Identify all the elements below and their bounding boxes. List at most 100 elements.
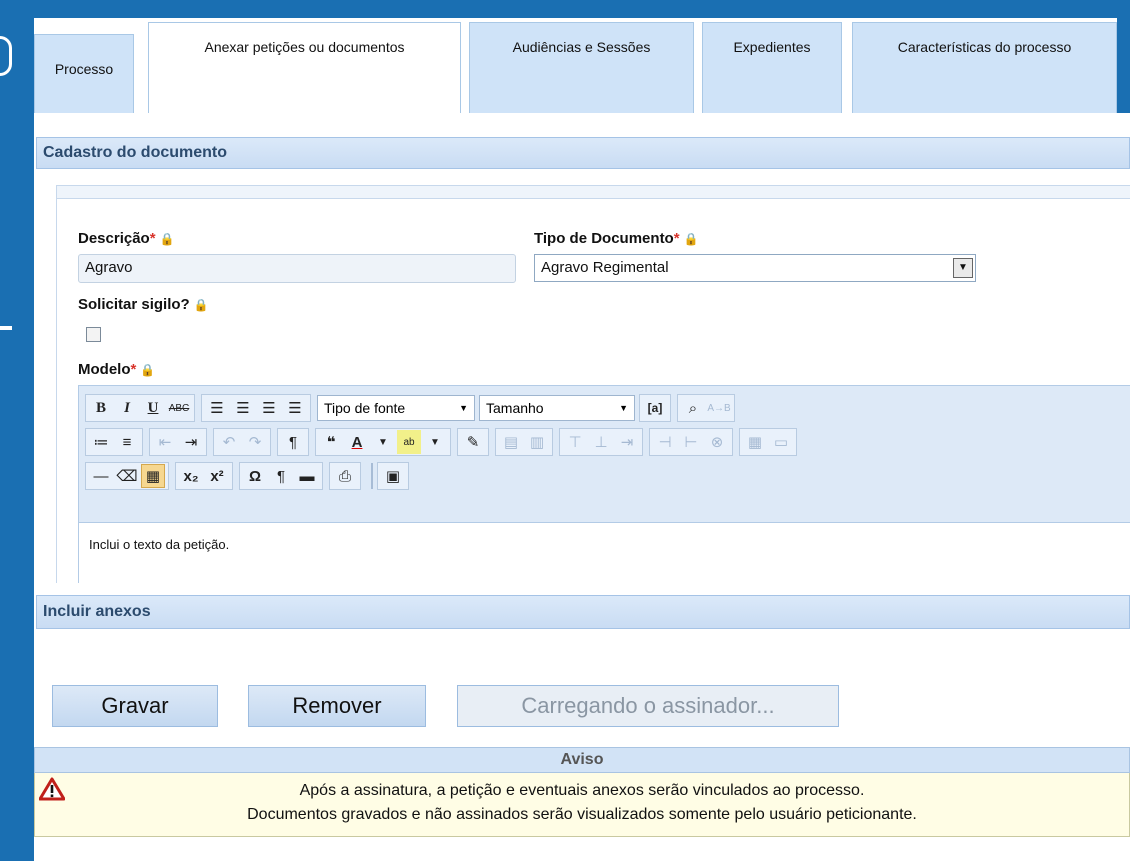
page-break-icon[interactable]: ▬ xyxy=(295,464,319,488)
replace-icon[interactable]: A→B xyxy=(707,396,731,420)
delete-row-icon[interactable]: ⇥ xyxy=(615,430,639,454)
undo-icon[interactable]: ↶ xyxy=(217,430,241,454)
table-col-icon[interactable]: ▥ xyxy=(525,430,549,454)
insert-col-after-icon[interactable]: ⊢ xyxy=(679,430,703,454)
underline-icon[interactable]: U xyxy=(141,396,165,420)
tab-expedientes[interactable]: Expedientes xyxy=(702,22,842,113)
right-frame xyxy=(1117,0,1130,113)
print-icon[interactable]: ⎙ xyxy=(333,464,357,488)
dropdown-arrow-icon[interactable]: ▼ xyxy=(953,258,973,278)
tab-anexar-peticoes[interactable]: Anexar petições ou documentos xyxy=(148,22,461,117)
section-cadastro-documento[interactable]: Cadastro do documento xyxy=(36,137,1130,169)
required-mark: * xyxy=(149,230,156,247)
pilcrow-icon[interactable]: ¶ xyxy=(269,464,293,488)
color-group: ❝ A ▼ ab ▼ xyxy=(315,428,451,456)
lock-icon: 🔒 xyxy=(683,232,699,246)
table-insert-group: ⊤ ⊥ ⇥ xyxy=(559,428,643,456)
top-frame xyxy=(0,0,1130,18)
horizontal-rule-icon[interactable]: — xyxy=(89,464,113,488)
descricao-input[interactable]: Agravo xyxy=(78,254,516,283)
aviso-line-2: Documentos gravados e não assinados serã… xyxy=(247,806,917,823)
bold-icon[interactable]: B xyxy=(89,396,113,420)
redo-icon[interactable]: ↷ xyxy=(243,430,267,454)
subscript-icon[interactable]: x₂ xyxy=(179,464,203,488)
list-group: ≔ ≡ xyxy=(85,428,143,456)
align-right-icon[interactable]: ☰ xyxy=(257,396,281,420)
superscript-icon[interactable]: x² xyxy=(205,464,229,488)
dropdown-arrow-icon: ▼ xyxy=(619,403,628,413)
lock-icon: 🔒 xyxy=(159,232,175,246)
tipo-documento-label: Tipo de Documento* 🔒 xyxy=(534,230,699,247)
bullet-list-icon[interactable]: ≔ xyxy=(89,430,113,454)
table-icon[interactable]: ▦ xyxy=(141,464,165,488)
text-color-icon[interactable]: A xyxy=(345,430,369,454)
table-row-icon[interactable]: ▤ xyxy=(499,430,523,454)
tab-audiencias-sessoes[interactable]: Audiências e Sessões xyxy=(469,22,694,113)
outdent-icon[interactable]: ⇤ xyxy=(153,430,177,454)
remover-button[interactable]: Remover xyxy=(248,685,426,727)
table-cell-group: ▦ ▭ xyxy=(739,428,797,456)
fullscreen-group: ▣ xyxy=(377,462,409,490)
eraser-icon[interactable]: ⌫ xyxy=(115,464,139,488)
edit-source-icon[interactable]: ✎ xyxy=(461,430,485,454)
numbered-list-icon[interactable]: ≡ xyxy=(115,430,139,454)
modelo-label: Modelo* 🔒 xyxy=(78,361,155,378)
history-group: ↶ ↷ xyxy=(213,428,271,456)
editor-content[interactable]: Inclui o texto da petição. xyxy=(78,523,1130,583)
tipo-documento-label-text: Tipo de Documento xyxy=(534,230,674,247)
aviso-body: Após a assinatura, a petição e eventuais… xyxy=(34,773,1130,837)
text-color-dropdown-icon[interactable]: ▼ xyxy=(371,430,395,454)
indent-group: ⇤ ⇥ xyxy=(149,428,207,456)
align-center-icon[interactable]: ☰ xyxy=(231,396,255,420)
align-justify-icon[interactable]: ☰ xyxy=(283,396,307,420)
split-cell-icon[interactable]: ▦ xyxy=(743,430,767,454)
modelo-label-text: Modelo xyxy=(78,361,131,378)
lock-icon: 🔒 xyxy=(193,298,209,312)
tab-caracteristicas-processo[interactable]: Características do processo xyxy=(852,22,1117,113)
table-ops-group: ▤ ▥ xyxy=(495,428,553,456)
descricao-label: Descrição* 🔒 xyxy=(78,230,175,247)
search-group: ⌕ A→B xyxy=(677,394,735,422)
align-group: ☰ ☰ ☰ ☰ xyxy=(201,394,311,422)
insert-row-after-icon[interactable]: ⊥ xyxy=(589,430,613,454)
section-incluir-anexos[interactable]: Incluir anexos xyxy=(36,595,1130,629)
panel-header xyxy=(56,185,1130,199)
special-group: Ω ¶ ▬ xyxy=(239,462,323,490)
editor-toolbar: B I U ABC ☰ ☰ ☰ ☰ Tipo de fonte ▼ Tamanho… xyxy=(78,385,1130,523)
toolbar-row-2: ≔ ≡ ⇤ ⇥ ↶ ↷ ¶ ❝ A ▼ ab ▼ ✎ ▤ ▥ ⊤ ⊥ ⇥ ⊣ ⊢… xyxy=(85,427,803,457)
highlight-dropdown-icon[interactable]: ▼ xyxy=(423,430,447,454)
required-mark: * xyxy=(673,230,680,247)
tab-content: Cadastro do documento Descrição* 🔒 Agravo… xyxy=(34,113,1130,861)
edit-group: ✎ xyxy=(457,428,489,456)
sigilo-checkbox[interactable] xyxy=(86,327,101,342)
align-left-icon[interactable]: ☰ xyxy=(205,396,229,420)
table-col-insert-group: ⊣ ⊢ ⊗ xyxy=(649,428,733,456)
font-family-select[interactable]: Tipo de fonte ▼ xyxy=(317,395,475,421)
delete-col-icon[interactable]: ⊗ xyxy=(705,430,729,454)
font-size-select[interactable]: Tamanho ▼ xyxy=(479,395,635,421)
tipo-documento-value: Agravo Regimental xyxy=(541,259,669,276)
insert-col-before-icon[interactable]: ⊣ xyxy=(653,430,677,454)
merge-cell-icon[interactable]: ▭ xyxy=(769,430,793,454)
strikethrough-icon[interactable]: ABC xyxy=(167,396,191,420)
gravar-button[interactable]: Gravar xyxy=(52,685,218,727)
warning-icon xyxy=(39,777,65,801)
blockquote-icon[interactable]: ¶ xyxy=(281,430,305,454)
left-frame xyxy=(0,0,34,861)
find-icon[interactable]: ⌕ xyxy=(681,396,705,420)
aviso-line-1: Após a assinatura, a petição e eventuais… xyxy=(299,782,865,799)
assinador-button[interactable]: Carregando o assinador... xyxy=(457,685,839,727)
special-char-icon[interactable]: Ω xyxy=(243,464,267,488)
italic-icon[interactable]: I xyxy=(115,396,139,420)
select-all-icon[interactable]: [a] xyxy=(643,396,667,420)
tipo-documento-select[interactable]: Agravo Regimental ▼ xyxy=(534,254,976,282)
tab-processo[interactable]: Processo xyxy=(34,34,134,114)
insert-row-before-icon[interactable]: ⊤ xyxy=(563,430,587,454)
indent-icon[interactable]: ⇥ xyxy=(179,430,203,454)
quote-icon[interactable]: ❝ xyxy=(319,430,343,454)
fullscreen-icon[interactable]: ▣ xyxy=(381,464,405,488)
toolbar-row-1: B I U ABC ☰ ☰ ☰ ☰ Tipo de fonte ▼ Tamanho… xyxy=(85,393,741,423)
partial-divider xyxy=(0,326,12,330)
highlight-color-icon[interactable]: ab xyxy=(397,430,421,454)
format-group: B I U ABC xyxy=(85,394,195,422)
